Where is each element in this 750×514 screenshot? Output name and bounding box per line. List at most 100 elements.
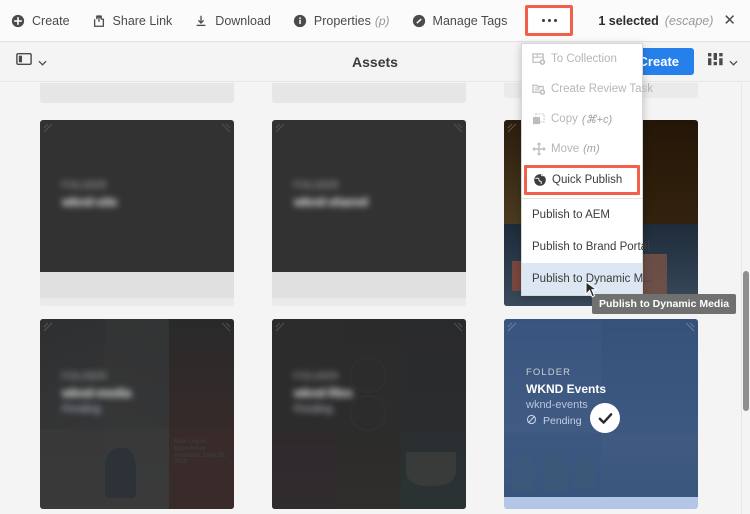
menu-item-publish-to-brand-portal[interactable]: Publish to Brand Portal bbox=[522, 231, 650, 263]
menu-item-publish-to-aem[interactable]: Publish to AEM bbox=[522, 199, 642, 231]
card-status: Pending bbox=[62, 403, 101, 415]
card-meta-strip bbox=[272, 272, 466, 298]
menu-item-publish-to-aem-label: Publish to AEM bbox=[532, 209, 610, 221]
copy-icon bbox=[532, 112, 551, 126]
more-dot-2 bbox=[547, 18, 551, 23]
menu-item-copy-label: Copy bbox=[551, 113, 578, 125]
list-item[interactable]: FOLDER wknd-files Pending bbox=[272, 319, 466, 509]
resize-corner-icon bbox=[449, 322, 463, 336]
card-kind: FOLDER bbox=[62, 371, 108, 382]
card-kind: FOLDER bbox=[294, 180, 340, 191]
resize-corner-icon bbox=[275, 322, 289, 336]
menu-item-create-review-task[interactable]: Create Review Task bbox=[522, 74, 653, 104]
download-icon bbox=[194, 14, 208, 28]
review-task-icon bbox=[532, 83, 551, 96]
globe-icon bbox=[533, 173, 552, 187]
card-kind: FOLDER bbox=[62, 180, 108, 191]
list-item[interactable]: FOLDER wknd-site bbox=[40, 120, 234, 306]
toolbar-item-properties[interactable]: Properties (p) bbox=[282, 0, 401, 42]
card-status: Pending bbox=[543, 415, 582, 427]
resize-corner-icon bbox=[507, 123, 521, 137]
panel-toggle-icon bbox=[16, 52, 32, 71]
list-item-selected[interactable]: FOLDER WKND Events wknd-events Pending bbox=[504, 319, 698, 509]
card-footer bbox=[272, 298, 466, 306]
toolbar-item-manage-tags[interactable]: Manage Tags bbox=[401, 0, 519, 42]
toolbar-item-manage-tags-label: Manage Tags bbox=[432, 13, 508, 28]
menu-item-move[interactable]: Move (m) bbox=[522, 134, 642, 164]
selection-check-badge[interactable] bbox=[590, 403, 620, 433]
card-name: wknd-files bbox=[294, 386, 353, 400]
more-dot-1 bbox=[541, 18, 545, 23]
card-name: wknd-media bbox=[62, 386, 132, 400]
card-overlay: FOLDER wknd-media Pending bbox=[40, 319, 234, 509]
tooltip: Publish to Dynamic Media bbox=[592, 294, 737, 314]
vertical-scrollbar-thumb[interactable] bbox=[743, 271, 749, 411]
share-icon bbox=[92, 14, 106, 28]
more-actions-menu[interactable]: To Collection Create Review Task Copy (⌘… bbox=[521, 43, 653, 296]
resize-corner-icon bbox=[275, 123, 289, 137]
close-icon[interactable]: ✕ bbox=[723, 13, 736, 28]
menu-item-to-collection[interactable]: To Collection bbox=[522, 44, 642, 74]
menu-item-publish-to-dynamic-media[interactable]: Publish to Dynamic M... bbox=[522, 263, 653, 295]
toolbar-item-download-label: Download bbox=[215, 13, 271, 28]
vertical-scrollbar-track[interactable] bbox=[742, 83, 750, 514]
card-status: Pending bbox=[294, 403, 333, 415]
menu-item-to-collection-label: To Collection bbox=[551, 53, 617, 65]
menu-item-move-label: Move bbox=[551, 143, 580, 155]
card-overlay: FOLDER wknd-site bbox=[40, 120, 234, 272]
card-thumbnail: FOLDER wknd-shared bbox=[272, 120, 466, 272]
resize-corner-icon bbox=[217, 123, 231, 137]
list-item[interactable]: FOLDER wknd-shared bbox=[272, 120, 466, 306]
card-thumbnail: FOLDER wknd-files Pending bbox=[272, 319, 466, 509]
more-actions-button[interactable] bbox=[529, 9, 570, 32]
card-footer bbox=[40, 298, 234, 306]
resize-corner-icon bbox=[43, 123, 57, 137]
resize-corner-icon bbox=[507, 322, 521, 336]
card-overlay: FOLDER wknd-files Pending bbox=[272, 319, 466, 509]
chevron-down-icon bbox=[38, 53, 47, 71]
unpublished-icon bbox=[526, 414, 537, 428]
menu-item-copy[interactable]: Copy (⌘+c) bbox=[522, 104, 642, 134]
add-to-collection-icon bbox=[532, 52, 551, 66]
card-thumbnail: FOLDER WKND Events wknd-events Pending bbox=[504, 319, 698, 497]
card-meta-strip bbox=[40, 272, 234, 298]
menu-item-create-review-task-label: Create Review Task bbox=[551, 83, 654, 95]
toolbar-item-share-link[interactable]: Share Link bbox=[81, 0, 184, 42]
toolbar-item-create[interactable]: Create bbox=[0, 0, 81, 42]
chevron-down-icon bbox=[729, 53, 738, 71]
selection-status: 1 selected (escape) ✕ bbox=[598, 13, 750, 28]
card-name: wknd-shared bbox=[294, 195, 369, 209]
resize-corner-icon bbox=[217, 322, 231, 336]
more-actions-highlight bbox=[525, 5, 574, 36]
card-name: WKND Events bbox=[526, 382, 607, 396]
menu-item-publish-to-brand-portal-label: Publish to Brand Portal bbox=[532, 241, 650, 253]
menu-item-quick-publish[interactable]: Quick Publish bbox=[524, 165, 640, 195]
list-item[interactable]: New Log-in Experience Available June 30,… bbox=[40, 319, 234, 509]
card-thumbnail: New Log-in Experience Available June 30,… bbox=[40, 319, 234, 509]
toolbar-item-download[interactable]: Download bbox=[183, 0, 282, 42]
list-item[interactable] bbox=[272, 83, 466, 103]
rail-toggle-button[interactable] bbox=[0, 52, 57, 71]
selection-escape-hint: (escape) bbox=[664, 13, 714, 28]
view-grid-icon bbox=[708, 52, 724, 71]
toolbar-item-properties-hint: (p) bbox=[374, 13, 390, 28]
card-name: wknd-site bbox=[62, 195, 118, 209]
info-icon bbox=[293, 14, 307, 28]
list-item[interactable] bbox=[40, 83, 234, 103]
toolbar-item-share-link-label: Share Link bbox=[112, 13, 173, 28]
card-kind: FOLDER bbox=[526, 367, 572, 378]
card-thumbnail: FOLDER wknd-site bbox=[40, 120, 234, 272]
selection-count-label: 1 selected bbox=[598, 13, 659, 28]
plus-circle-icon bbox=[11, 14, 25, 28]
resize-corner-icon bbox=[449, 123, 463, 137]
resize-corner-icon bbox=[681, 322, 695, 336]
menu-item-move-shortcut: (m) bbox=[583, 143, 600, 155]
card-kind: FOLDER bbox=[294, 371, 340, 382]
view-switcher-button[interactable] bbox=[704, 52, 738, 71]
menu-item-quick-publish-label: Quick Publish bbox=[552, 174, 623, 186]
tag-icon bbox=[412, 14, 426, 28]
more-dot-3 bbox=[553, 18, 558, 23]
mouse-cursor-icon bbox=[585, 281, 598, 305]
card-overlay: FOLDER wknd-shared bbox=[272, 120, 466, 272]
toolbar-item-create-label: Create bbox=[32, 13, 70, 28]
